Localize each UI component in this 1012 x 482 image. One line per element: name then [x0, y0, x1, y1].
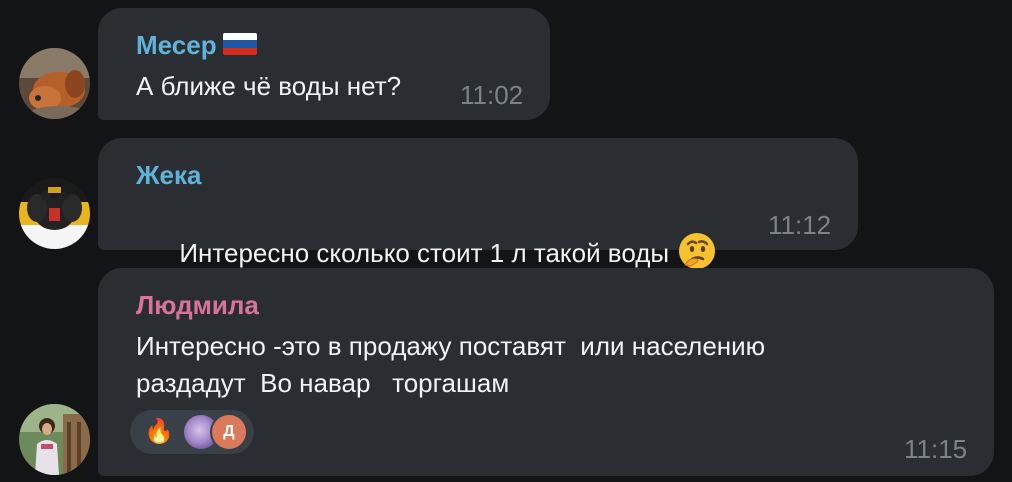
message-bubble-2[interactable]: Жека Интересно сколько стоит 1 л такой в…: [98, 138, 858, 270]
chat-messages: Месер А ближе чё воды нет? 11:02 Жека Ин…: [0, 0, 1012, 482]
message-text: Интересно сколько стоит 1 л такой воды: [179, 238, 670, 268]
fire-reaction-emoji: 🔥: [144, 418, 174, 445]
message-time: 11:02: [460, 80, 524, 110]
reaction-badge[interactable]: 🔥 Д: [130, 410, 254, 454]
sender-name[interactable]: Жека: [136, 160, 201, 191]
message-bubble-1[interactable]: Месер А ближе чё воды нет? 11:02: [98, 8, 550, 120]
message-text-line-2: раздадут Во навар торгашам: [136, 368, 510, 398]
reactor-avatar-2: Д: [210, 413, 248, 451]
woman-avatar-image: [19, 404, 90, 475]
message-bubble-3[interactable]: Людмила Интересно -это в продажу поставя…: [98, 268, 994, 476]
message-text-line-1: Интересно -это в продажу поставят или на…: [136, 331, 766, 361]
avatar-zheka[interactable]: [19, 178, 90, 249]
message-text: А ближе чё воды нет?: [136, 71, 402, 101]
dog-avatar-image: [19, 48, 90, 119]
sender-name[interactable]: Людмила: [136, 290, 259, 321]
message-time: 11:12: [768, 210, 832, 240]
message-time: 11:15: [904, 434, 968, 464]
double-eagle-avatar-image: [19, 178, 90, 249]
thinking-face-emoji-icon: [679, 233, 716, 270]
ru-flag-icon: [222, 33, 257, 56]
avatar-mecer[interactable]: [19, 48, 90, 119]
sender-name-text[interactable]: Месер: [136, 30, 217, 60]
sender-name[interactable]: Месер: [136, 30, 257, 61]
avatar-lyudmila[interactable]: [19, 404, 90, 475]
